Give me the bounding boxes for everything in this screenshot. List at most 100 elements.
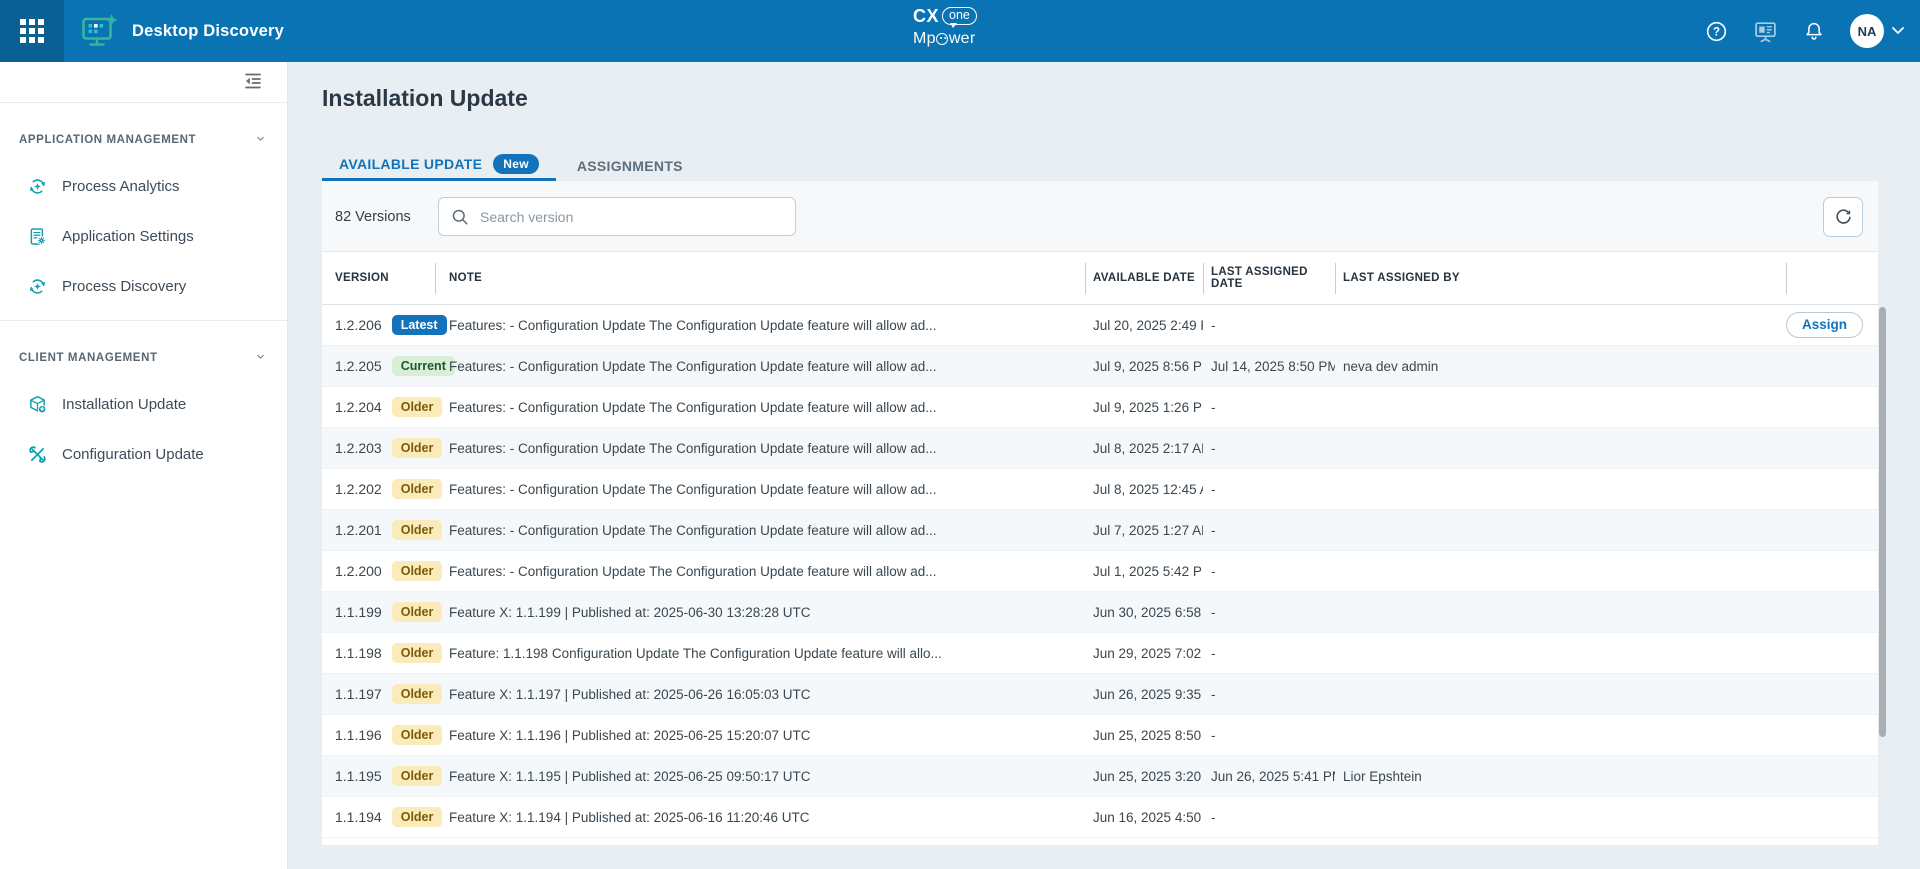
available-update-panel: 82 Versions VERSION NOTE AVAILABLE DATE … <box>322 181 1878 845</box>
note-cell: Features: - Configuration Update The Con… <box>435 359 1085 374</box>
last-assigned-date-cell: - <box>1203 564 1335 579</box>
bell-icon <box>1803 20 1825 43</box>
sidebar-item-installation-update[interactable]: Installation Update <box>0 379 287 429</box>
version-cell: 1.2.202Older <box>322 479 435 499</box>
column-header-version[interactable]: VERSION <box>322 252 435 304</box>
question-circle-icon: ? <box>1705 20 1728 43</box>
last-assigned-date-cell: - <box>1203 810 1335 825</box>
note-cell: Features: - Configuration Update The Con… <box>435 564 1085 579</box>
table-row[interactable]: 1.1.198OlderFeature: 1.1.198 Configurati… <box>322 633 1878 674</box>
versions-count: 82 Versions <box>335 181 411 252</box>
version-label: 1.2.202 <box>335 481 382 497</box>
column-header-available-date[interactable]: AVAILABLE DATE <box>1085 252 1203 304</box>
version-label: 1.2.200 <box>335 563 382 579</box>
version-cell: 1.2.200Older <box>322 561 435 581</box>
last-assigned-date-cell: Jul 14, 2025 8:50 PM <box>1203 359 1335 374</box>
application-settings-icon <box>27 226 48 247</box>
brand-one-bubble: one <box>942 7 977 25</box>
version-cell: 1.1.195Older <box>322 766 435 786</box>
assign-button[interactable]: Assign <box>1786 312 1863 339</box>
sidebar-section-header-application-management[interactable]: APPLICATION MANAGEMENT <box>0 127 287 153</box>
column-header-last-assigned-date[interactable]: LAST ASSIGNED DATE <box>1203 252 1335 304</box>
table-row[interactable]: 1.2.201OlderFeatures: - Configuration Up… <box>322 510 1878 551</box>
column-header-last-assigned-by[interactable]: LAST ASSIGNED BY <box>1335 252 1786 304</box>
user-menu[interactable]: NA <box>1850 14 1904 48</box>
table-row[interactable]: 1.2.200OlderFeatures: - Configuration Up… <box>322 551 1878 592</box>
version-label: 1.1.198 <box>335 645 382 661</box>
desktop-discovery-logo-icon <box>81 14 119 48</box>
header-actions: ? NA <box>1705 0 1904 62</box>
version-cell: 1.1.198Older <box>322 643 435 663</box>
tab-available-update-label: AVAILABLE UPDATE <box>339 156 482 172</box>
sidebar-section-client-management: CLIENT MANAGEMENT Installation Update Conf… <box>0 320 287 479</box>
version-cell: 1.2.203Older <box>322 438 435 458</box>
notifications-button[interactable] <box>1803 20 1825 43</box>
version-cell: 1.1.196Older <box>322 725 435 745</box>
app-title: Desktop Discovery <box>132 22 284 41</box>
last-assigned-date-cell: - <box>1203 400 1335 415</box>
sidebar-item-application-settings[interactable]: Application Settings <box>0 211 287 261</box>
tab-assignments[interactable]: ASSIGNMENTS <box>560 150 700 181</box>
sidebar-collapse-button[interactable] <box>242 70 264 92</box>
last-assigned-date-cell: - <box>1203 523 1335 538</box>
process-discovery-icon <box>27 276 48 297</box>
search-box <box>438 197 796 236</box>
refresh-button[interactable] <box>1823 197 1863 237</box>
sidebar-section-items: Installation Update Configuration Update <box>0 379 287 479</box>
table-row[interactable]: 1.2.205CurrentFeatures: - Configuration … <box>322 346 1878 387</box>
sidebar-section-application-management: APPLICATION MANAGEMENT Process AnalyticsA… <box>0 127 287 311</box>
page-title: Installation Update <box>322 85 528 112</box>
table-row[interactable]: 1.2.204OlderFeatures: - Configuration Up… <box>322 387 1878 428</box>
sidebar-section-header-client-management[interactable]: CLIENT MANAGEMENT <box>0 345 287 371</box>
available-date-cell: Jul 8, 2025 12:45 AM <box>1085 482 1203 497</box>
table-row[interactable]: 1.1.199OlderFeature X: 1.1.199 | Publish… <box>322 592 1878 633</box>
process-analytics-icon <box>27 176 48 197</box>
refresh-icon <box>1833 207 1854 228</box>
available-date-cell: Jun 30, 2025 6:58 PM <box>1085 605 1203 620</box>
installation-update-icon <box>27 394 48 415</box>
last-assigned-date-cell: - <box>1203 318 1335 333</box>
tab-available-update[interactable]: AVAILABLE UPDATE New <box>322 150 556 181</box>
table-body: 1.2.206LatestFeatures: - Configuration U… <box>322 305 1878 845</box>
note-cell: Feature X: 1.1.195 | Published at: 2025-… <box>435 769 1085 784</box>
table-row[interactable]: 1.2.203OlderFeatures: - Configuration Up… <box>322 428 1878 469</box>
table-header-row: VERSION NOTE AVAILABLE DATE LAST ASSIGNE… <box>322 252 1878 305</box>
last-assigned-by-cell: neva dev admin <box>1335 359 1786 374</box>
desktop-discovery-app: Desktop Discovery CX one Mpwer ? <box>0 0 1920 869</box>
note-cell: Features: - Configuration Update The Con… <box>435 400 1085 415</box>
table-row[interactable]: 1.2.206LatestFeatures: - Configuration U… <box>322 305 1878 346</box>
sidebar-section-label: APPLICATION MANAGEMENT <box>19 134 196 146</box>
sidebar-item-label: Installation Update <box>62 396 186 413</box>
brand-cx-text: CX <box>913 7 939 25</box>
table-row[interactable]: 1.2.202OlderFeatures: - Configuration Up… <box>322 469 1878 510</box>
sidebar-item-process-analytics[interactable]: Process Analytics <box>0 161 287 211</box>
available-date-cell: Jun 26, 2025 9:35 PM <box>1085 687 1203 702</box>
note-cell: Feature: 1.1.198 Configuration Update Th… <box>435 646 1085 661</box>
available-date-cell: Jun 25, 2025 8:50 PM <box>1085 728 1203 743</box>
note-cell: Feature X: 1.1.196 | Published at: 2025-… <box>435 728 1085 743</box>
help-button[interactable]: ? <box>1705 20 1728 43</box>
note-cell: Features: - Configuration Update The Con… <box>435 318 1085 333</box>
table-toolbar: 82 Versions <box>322 181 1878 252</box>
app-launcher-button[interactable] <box>0 0 64 62</box>
walkthrough-button[interactable] <box>1753 19 1778 44</box>
sidebar-item-process-discovery[interactable]: Process Discovery <box>0 261 287 311</box>
table-row[interactable]: 1.1.195OlderFeature X: 1.1.195 | Publish… <box>322 756 1878 797</box>
table-row[interactable]: 1.1.197OlderFeature X: 1.1.197 | Publish… <box>322 674 1878 715</box>
column-header-note[interactable]: NOTE <box>435 252 1085 304</box>
last-assigned-date-cell: - <box>1203 605 1335 620</box>
version-cell: 1.1.199Older <box>322 602 435 622</box>
avatar[interactable]: NA <box>1850 14 1884 48</box>
table-row[interactable]: 1.1.196OlderFeature X: 1.1.196 | Publish… <box>322 715 1878 756</box>
note-cell: Features: - Configuration Update The Con… <box>435 482 1085 497</box>
sidebar-item-configuration-update[interactable]: Configuration Update <box>0 429 287 479</box>
top-header-bar: Desktop Discovery CX one Mpwer ? <box>0 0 1920 62</box>
last-assigned-date-cell: - <box>1203 441 1335 456</box>
table-row[interactable]: 1.1.194OlderFeature X: 1.1.194 | Publish… <box>322 797 1878 838</box>
tab-bar: AVAILABLE UPDATE New ASSIGNMENTS <box>322 150 700 181</box>
search-input[interactable] <box>478 208 783 226</box>
note-cell: Features: - Configuration Update The Con… <box>435 441 1085 456</box>
vertical-scrollbar[interactable] <box>1879 307 1886 737</box>
version-cell: 1.2.204Older <box>322 397 435 417</box>
version-label: 1.2.206 <box>335 317 382 333</box>
